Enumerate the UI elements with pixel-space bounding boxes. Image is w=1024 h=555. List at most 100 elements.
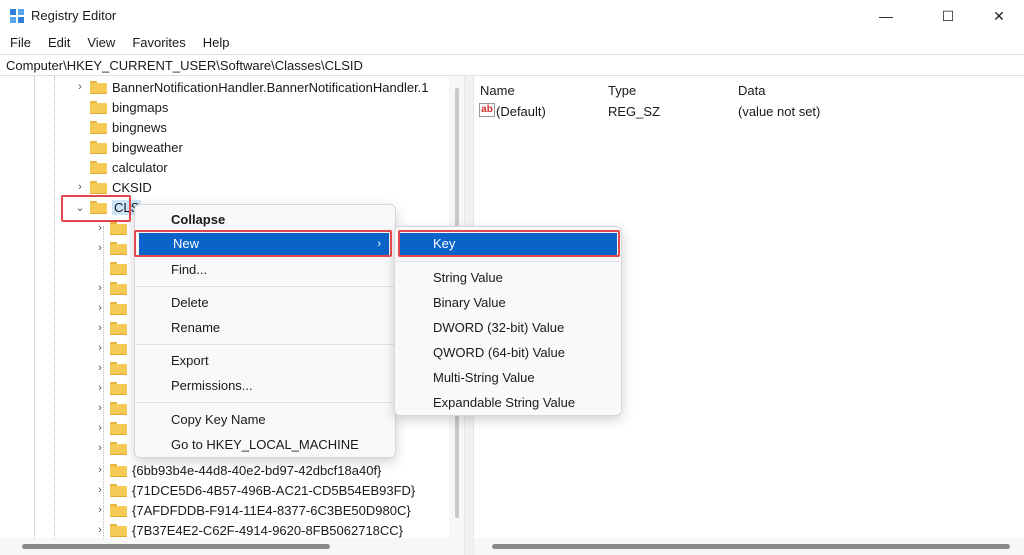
close-icon: ✕ (993, 7, 1005, 24)
chevron-right-icon[interactable]: › (94, 362, 106, 374)
menu-file[interactable]: File (0, 33, 38, 53)
folder-icon (110, 463, 127, 477)
value-data: (value not set) (738, 104, 821, 119)
chevron-right-icon[interactable]: › (74, 181, 86, 193)
chevron-right-icon[interactable]: › (94, 342, 106, 354)
minimize-button[interactable]: — (863, 0, 909, 32)
column-header-type[interactable]: Type (608, 83, 636, 98)
chevron-right-icon[interactable]: › (94, 464, 106, 476)
annotation-box-new (134, 230, 392, 257)
tree-child-row[interactable]: › (94, 338, 132, 358)
chevron-right-icon[interactable]: › (94, 504, 106, 516)
annotation-box-clsid (61, 195, 131, 222)
tree-item-label: bingnews (112, 119, 167, 135)
folder-icon (110, 441, 127, 455)
folder-icon (110, 361, 127, 375)
tree-item-label: {71DCE5D6-4B57-496B-AC21-CD5B54EB93FD} (132, 482, 416, 498)
menu-item-copy-key-name[interactable]: Copy Key Name (137, 409, 393, 431)
tree-item-bingnews[interactable]: bingnews (74, 117, 167, 137)
tree-child-row[interactable]: › (94, 438, 132, 458)
tree-item-label: {7B37E4E2-C62F-4914-9620-8FB5062718CC} (132, 522, 404, 538)
menu-item-find[interactable]: Find... (137, 259, 393, 281)
chevron-right-icon[interactable]: › (94, 382, 106, 394)
address-path: Computer\HKEY_CURRENT_USER\Software\Clas… (6, 58, 363, 73)
tree-item-bingmaps[interactable]: bingmaps (74, 97, 168, 117)
menu-separator (396, 261, 620, 262)
value-name[interactable]: (Default) (496, 104, 546, 119)
tree-item-label: BannerNotificationHandler.BannerNotifica… (112, 79, 429, 95)
folder-icon (110, 483, 127, 497)
tree-child-row[interactable]: › (94, 278, 132, 298)
tree-item-label: calculator (112, 159, 168, 175)
folder-icon (110, 261, 127, 275)
tree-item-guid-1[interactable]: › {6bb93b4e-44d8-40e2-bd97-42dbcf18a40f} (94, 460, 381, 480)
menu-item-goto-hklm[interactable]: Go to HKEY_LOCAL_MACHINE (137, 434, 393, 456)
menu-separator (136, 402, 394, 403)
column-header-data[interactable]: Data (738, 83, 765, 98)
menu-item-collapse[interactable]: Collapse (137, 209, 393, 231)
folder-icon (90, 140, 107, 154)
menu-edit[interactable]: Edit (38, 33, 77, 53)
value-type: REG_SZ (608, 104, 661, 119)
minimize-icon: — (879, 8, 893, 24)
column-header-name[interactable]: Name (480, 83, 515, 98)
tree-child-row[interactable]: › (94, 298, 132, 318)
tree-child-row[interactable]: › (94, 378, 132, 398)
folder-icon (110, 341, 127, 355)
chevron-right-icon[interactable]: › (94, 484, 106, 496)
submenu-item-expandable-string-value[interactable]: Expandable String Value (399, 392, 617, 414)
tree-child-row[interactable]: › (94, 418, 132, 438)
submenu-item-multi-string-value[interactable]: Multi-String Value (399, 367, 617, 389)
folder-icon (110, 421, 127, 435)
tree-item-bannernotification[interactable]: › BannerNotificationHandler.BannerNotifi… (74, 77, 429, 97)
menu-item-delete[interactable]: Delete (137, 292, 393, 314)
close-button[interactable]: ✕ (976, 0, 1022, 32)
chevron-right-icon[interactable]: › (94, 422, 106, 434)
annotation-box-key (398, 230, 620, 257)
chevron-right-icon[interactable]: › (94, 402, 106, 414)
maximize-icon: ☐ (941, 7, 955, 24)
menu-item-rename[interactable]: Rename (137, 317, 393, 339)
tree-child-row[interactable]: › (94, 238, 132, 258)
tree-horizontal-scroll-thumb[interactable] (22, 544, 330, 549)
chevron-right-icon[interactable]: › (94, 302, 106, 314)
tree-item-bingweather[interactable]: bingweather (74, 137, 183, 157)
submenu-item-qword-value[interactable]: QWORD (64-bit) Value (399, 342, 617, 364)
submenu-item-string-value[interactable]: String Value (399, 267, 617, 289)
folder-icon (110, 401, 127, 415)
folder-icon (90, 180, 107, 194)
values-horizontal-scroll-thumb[interactable] (492, 544, 1010, 549)
chevron-right-icon[interactable]: › (94, 524, 106, 536)
tree-item-label: {6bb93b4e-44d8-40e2-bd97-42dbcf18a40f} (132, 462, 382, 478)
chevron-right-icon[interactable]: › (94, 282, 106, 294)
tree-item-calculator[interactable]: calculator (74, 157, 168, 177)
menu-favorites[interactable]: Favorites (122, 33, 192, 53)
tree-item-cksid[interactable]: › CKSID (74, 177, 152, 197)
tree-guide-line (34, 76, 35, 538)
submenu-item-dword-value[interactable]: DWORD (32-bit) Value (399, 317, 617, 339)
chevron-right-icon[interactable]: › (94, 322, 106, 334)
tree-child-row[interactable]: › (94, 398, 132, 418)
tree-child-row[interactable]: › (94, 318, 132, 338)
menu-view[interactable]: View (77, 33, 122, 53)
chevron-right-icon[interactable]: › (74, 81, 86, 93)
folder-icon (90, 120, 107, 134)
menu-item-export[interactable]: Export (137, 350, 393, 372)
menu-item-permissions[interactable]: Permissions... (137, 375, 393, 397)
tree-guide-line (54, 76, 55, 538)
tree-item-guid-2[interactable]: › {71DCE5D6-4B57-496B-AC21-CD5B54EB93FD} (94, 480, 415, 500)
menu-help[interactable]: Help (193, 33, 237, 53)
address-bar[interactable]: Computer\HKEY_CURRENT_USER\Software\Clas… (0, 54, 1024, 76)
chevron-right-icon[interactable]: › (94, 222, 106, 234)
tree-item-guid-3[interactable]: › {7AFDFDDB-F914-11E4-8377-6C3BE50D980C} (94, 500, 411, 520)
submenu-item-binary-value[interactable]: Binary Value (399, 292, 617, 314)
folder-icon (110, 221, 127, 235)
tree-child-row[interactable] (94, 258, 132, 278)
title-bar: Registry Editor — ☐ ✕ (0, 0, 1024, 32)
tree-item-label: bingweather (112, 139, 183, 155)
tree-item-guid-4[interactable]: › {7B37E4E2-C62F-4914-9620-8FB5062718CC} (94, 520, 403, 538)
chevron-right-icon[interactable]: › (94, 442, 106, 454)
chevron-right-icon[interactable]: › (94, 242, 106, 254)
maximize-button[interactable]: ☐ (925, 0, 971, 32)
tree-child-row[interactable]: › (94, 358, 132, 378)
